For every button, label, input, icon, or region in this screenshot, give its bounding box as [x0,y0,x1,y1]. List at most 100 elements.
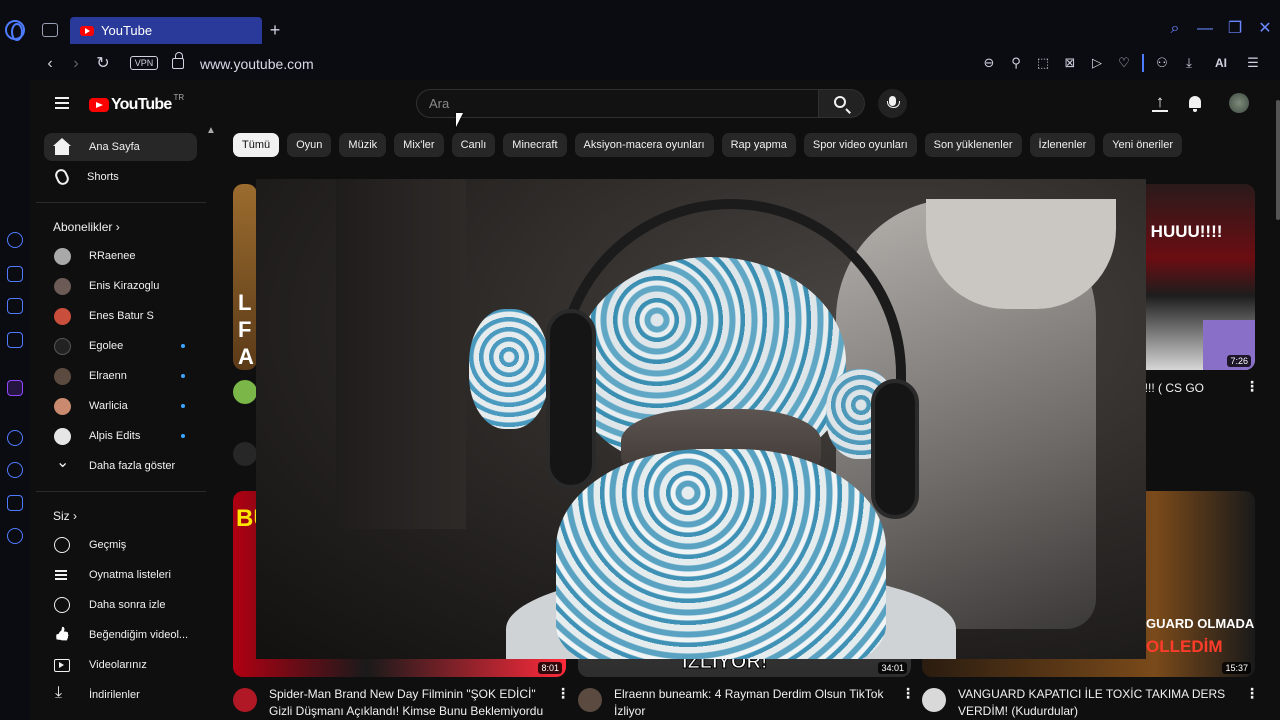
sidebar-item-label: Warlicia [89,400,128,412]
account-icon[interactable]: ⚇ [1153,54,1171,72]
url-field[interactable]: www.youtube.com [200,56,314,72]
browser-search-icon[interactable]: ⌕ [1166,18,1184,40]
flow-icon[interactable]: ▷ [1088,54,1106,72]
webcam-overlay-video[interactable] [256,179,1146,659]
maximize-button[interactable]: ❐ [1226,18,1244,40]
search-button[interactable] [819,89,865,118]
heart-icon[interactable]: ♡ [1115,54,1133,72]
sidebar-item-home[interactable]: Ana Sayfa [44,133,197,161]
clock-icon [54,597,70,613]
settings-icon[interactable] [7,528,23,544]
chip-new-to-you[interactable]: Yeni öneriler [1103,133,1182,157]
lock-icon[interactable] [172,52,184,69]
sidebar-sub-warlicia[interactable]: Warlicia [44,392,197,420]
thumbnail-text: OLLEDİM [1146,637,1223,656]
sidebar-item-label: Enis Kirazoglu [89,280,160,292]
video-thumbnail-left-top[interactable]: L F A [233,184,257,370]
chip-rap[interactable]: Rap yapma [721,133,796,157]
tab-youtube[interactable]: YouTube [70,17,262,44]
channel-avatar[interactable] [578,688,602,712]
channel-avatar[interactable] [922,688,946,712]
account-avatar[interactable] [1229,93,1249,113]
notifications-bell-icon[interactable] [1187,94,1203,112]
channel-avatar[interactable] [233,688,257,712]
sidebar-item-liked[interactable]: Beğendiğim videol... [44,621,197,649]
sidebar-show-more[interactable]: Daha fazla göster [44,452,197,480]
video-title-line: Elraenn buneamk: 4 Rayman Derdim Olsun T… [614,687,884,701]
clock-icon[interactable] [7,462,23,478]
hamburger-menu-icon[interactable] [55,97,69,109]
back-button[interactable]: ‹ [40,53,60,75]
video-more-menu-icon[interactable]: ⋮ [901,686,915,700]
you-heading-label: Siz [53,509,70,523]
chip-action-adventure[interactable]: Aksiyon-macera oyunları [574,133,714,157]
video-more-menu-icon[interactable]: ⋮ [1245,686,1259,700]
new-tab-button[interactable]: + [266,21,284,39]
sidebar-sub-rraenee[interactable]: RRaenee [44,242,197,270]
sidebar-sub-egolee[interactable]: Egolee [44,332,197,360]
snapshot-icon[interactable]: ⬚ [1034,54,1052,72]
crypto-wallet-icon[interactable] [7,266,23,282]
page-scrollbar[interactable] [1276,100,1280,220]
twitch-icon[interactable] [7,380,23,396]
opera-logo-icon[interactable] [5,20,25,41]
logo-wordmark: YouTube [111,96,172,113]
zoom-out-icon[interactable]: ⊖ [980,54,998,72]
headphone-cup-right [871,379,919,519]
close-button[interactable]: ✕ [1256,18,1274,40]
sidebar-item-playlists[interactable]: Oynatma listeleri [44,561,197,589]
video-title[interactable]: Spider-Man Brand New Day Filminin "ŞOK E… [269,686,559,720]
you-heading[interactable]: Siz › [53,509,77,523]
video-title[interactable]: Elraenn buneamk: 4 Rayman Derdim Olsun T… [614,686,884,720]
chip-live[interactable]: Canlı [451,133,496,157]
chip-music[interactable]: Müzik [339,133,387,157]
sidebar-item-history[interactable]: Geçmiş [44,531,197,559]
chip-mixes[interactable]: Mix'ler [394,133,444,157]
sidebar-sub-enes[interactable]: Enes Batur S [44,302,197,330]
chip-gaming[interactable]: Oyun [287,133,332,157]
download-icon[interactable]: ⤓ [1180,54,1198,72]
chip-watched[interactable]: İzlenenler [1029,133,1096,157]
shorts-icon [53,167,71,187]
minimize-button[interactable]: — [1196,18,1214,40]
player-icon[interactable] [7,298,23,314]
channel-avatar-shopify[interactable] [233,380,257,404]
sidebar-item-downloads[interactable]: İndirilenler [44,681,197,709]
video-more-menu-icon[interactable]: ⋮ [1245,379,1259,393]
menu-icon[interactable]: ☰ [1244,54,1262,72]
youtube-logo[interactable]: YouTube TR [89,93,184,114]
voice-search-icon[interactable] [878,89,907,118]
chevron-down-icon [54,452,70,474]
sidebar-scroll-up-icon[interactable]: ▲ [206,125,216,136]
tab-islands-icon[interactable] [42,23,58,37]
history-icon[interactable] [7,430,23,446]
reload-button[interactable]: ↻ [93,53,113,75]
sidebar-item-label: Shorts [87,171,119,183]
video-title-line: VERDİM! (Kudurdular) [958,704,1079,718]
extensions-icon[interactable] [7,495,23,511]
chip-all[interactable]: Tümü [233,133,280,157]
sidebar-sub-elraenn[interactable]: Elraenn [44,362,197,390]
chip-minecraft[interactable]: Minecraft [503,133,567,157]
video-more-menu-icon[interactable]: ⋮ [556,686,570,700]
sidebar-sub-alpis[interactable]: Alpis Edits [44,422,197,450]
subscriptions-heading[interactable]: Abonelikler › [53,220,120,234]
ai-button[interactable]: AI [1207,54,1235,72]
sidebar-sub-enis[interactable]: Enis Kirazoglu [44,272,197,300]
adblock-icon[interactable]: ⊠ [1061,54,1079,72]
sidebar-item-shorts[interactable]: Shorts [44,163,197,191]
sidebar-item-watch-later[interactable]: Daha sonra izle [44,591,197,619]
video-title[interactable]: VANGUARD KAPATICI İLE TOXİC TAKIMA DERS … [958,686,1238,720]
video-title-line: Gizli Düşmanı Açıklandı! Kimse Bunu Bekl… [269,704,544,718]
aria-icon[interactable] [7,232,23,248]
thumbs-up-icon [54,627,70,643]
vpn-badge[interactable]: VPN [130,56,158,70]
pin-icon[interactable]: ⚲ [1007,54,1025,72]
search-input[interactable]: Ara [416,89,819,118]
forward-button[interactable]: › [66,53,86,75]
sidebar-item-your-videos[interactable]: Videolarınız [44,651,197,679]
create-upload-icon[interactable]: ↑ [1152,93,1168,112]
chip-recently-uploaded[interactable]: Son yüklenenler [924,133,1022,157]
messenger-icon[interactable] [7,332,23,348]
chip-sports-games[interactable]: Spor video oyunları [803,133,917,157]
